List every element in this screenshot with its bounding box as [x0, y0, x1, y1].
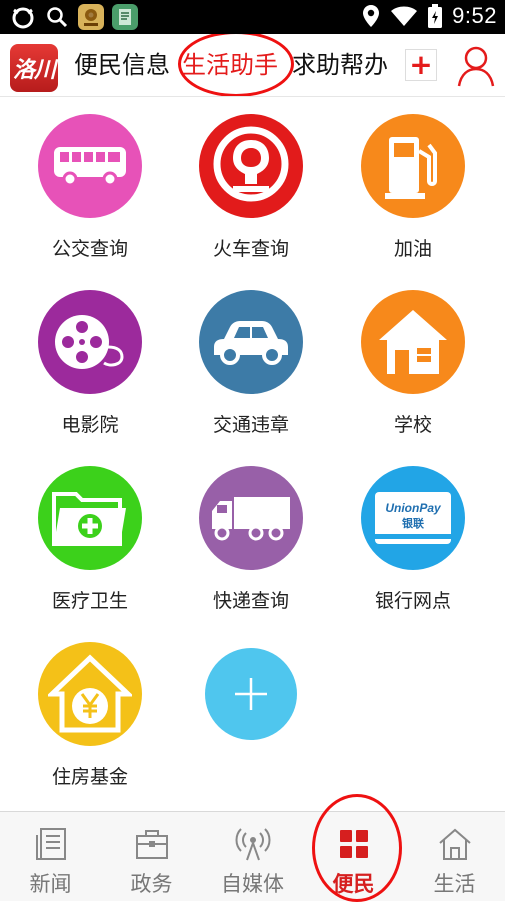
clock: 9:52 — [452, 3, 497, 28]
service-label: 学校 — [393, 414, 432, 436]
fuel-pump-icon — [361, 114, 465, 218]
unionpay-card-icon: UnionPay 银联 — [361, 466, 465, 570]
service-label: 公交查询 — [51, 238, 128, 260]
add-tab-button[interactable]: + — [405, 49, 437, 81]
service-express[interactable]: 快递查询 — [171, 448, 331, 624]
school-house-icon — [361, 290, 465, 394]
add-icon — [205, 648, 297, 740]
service-school[interactable]: 学校 — [333, 272, 493, 448]
nav-life[interactable]: 生活 — [404, 812, 505, 901]
nav-label: 新闻 — [29, 872, 72, 896]
film-reel-icon — [38, 290, 142, 394]
service-label: 银行网点 — [374, 590, 451, 612]
bottom-navigation: 新闻 政务 自媒体 便民 生活 — [0, 794, 505, 902]
nav-media[interactable]: 自媒体 — [202, 812, 303, 901]
bus-icon — [38, 114, 142, 218]
location-icon — [363, 5, 380, 27]
nav-news[interactable]: 新闻 — [0, 812, 101, 901]
nav-label: 便民 — [332, 872, 375, 896]
service-traffic-violation[interactable]: 交通违章 — [171, 272, 331, 448]
notification-icons — [10, 4, 138, 30]
medical-folder-icon — [38, 466, 142, 570]
truck-icon — [199, 466, 303, 570]
service-medical[interactable]: 医疗卫生 — [10, 448, 170, 624]
add-service-button[interactable] — [171, 624, 331, 800]
nav-label: 自媒体 — [221, 872, 284, 896]
service-grid: 公交查询 火车查询 加油 电影院 交通违章 学校 医疗卫生 快递查询 Union… — [0, 96, 505, 811]
nav-label: 政务 — [130, 872, 173, 896]
nav-government[interactable]: 政务 — [101, 812, 202, 901]
service-train[interactable]: 火车查询 — [171, 96, 331, 272]
app-logo[interactable]: 洛川 — [10, 44, 58, 92]
notes-app-icon — [112, 4, 138, 30]
tab-help-service[interactable]: 求助帮办 — [292, 49, 388, 81]
yinlian-text: 银联 — [402, 516, 424, 530]
service-label: 火车查询 — [212, 238, 289, 260]
map-app-icon — [78, 4, 104, 30]
newspaper-icon — [33, 826, 69, 862]
service-bank[interactable]: UnionPay 银联 银行网点 — [333, 448, 493, 624]
service-label: 加油 — [393, 238, 432, 260]
house-yuan-icon — [38, 642, 142, 746]
tab-convenience-info[interactable]: 便民信息 — [74, 49, 170, 81]
top-header: 洛川 便民信息 生活助手 求助帮办 + — [0, 34, 505, 97]
nav-label: 生活 — [433, 872, 476, 896]
grid-icon — [336, 826, 372, 862]
service-cinema[interactable]: 电影院 — [10, 272, 170, 448]
service-housing-fund[interactable]: 住房基金 — [10, 624, 170, 800]
briefcase-icon — [134, 826, 170, 862]
service-bus[interactable]: 公交查询 — [10, 96, 170, 272]
home-icon — [437, 826, 473, 862]
service-label: 医疗卫生 — [51, 590, 128, 612]
battery-icon — [428, 4, 443, 28]
search-icon — [44, 4, 70, 30]
service-label: 住房基金 — [51, 766, 128, 788]
unionpay-text: UnionPay — [385, 501, 442, 515]
service-label: 交通违章 — [212, 414, 289, 436]
circle-app-icon — [10, 4, 36, 30]
broadcast-tower-icon — [235, 826, 271, 862]
system-status: 9:52 — [362, 3, 497, 29]
service-label: 快递查询 — [212, 590, 289, 612]
category-tabs: 便民信息 生活助手 求助帮办 — [66, 34, 396, 96]
car-icon — [199, 290, 303, 394]
user-icon[interactable] — [456, 44, 496, 88]
nav-convenience[interactable]: 便民 — [303, 812, 404, 901]
tab-life-assistant[interactable]: 生活助手 — [182, 49, 278, 81]
railway-icon — [199, 114, 303, 218]
wifi-icon — [391, 6, 418, 26]
service-label: 电影院 — [61, 414, 119, 436]
status-bar: 9:52 — [0, 0, 505, 34]
service-fuel[interactable]: 加油 — [333, 96, 493, 272]
